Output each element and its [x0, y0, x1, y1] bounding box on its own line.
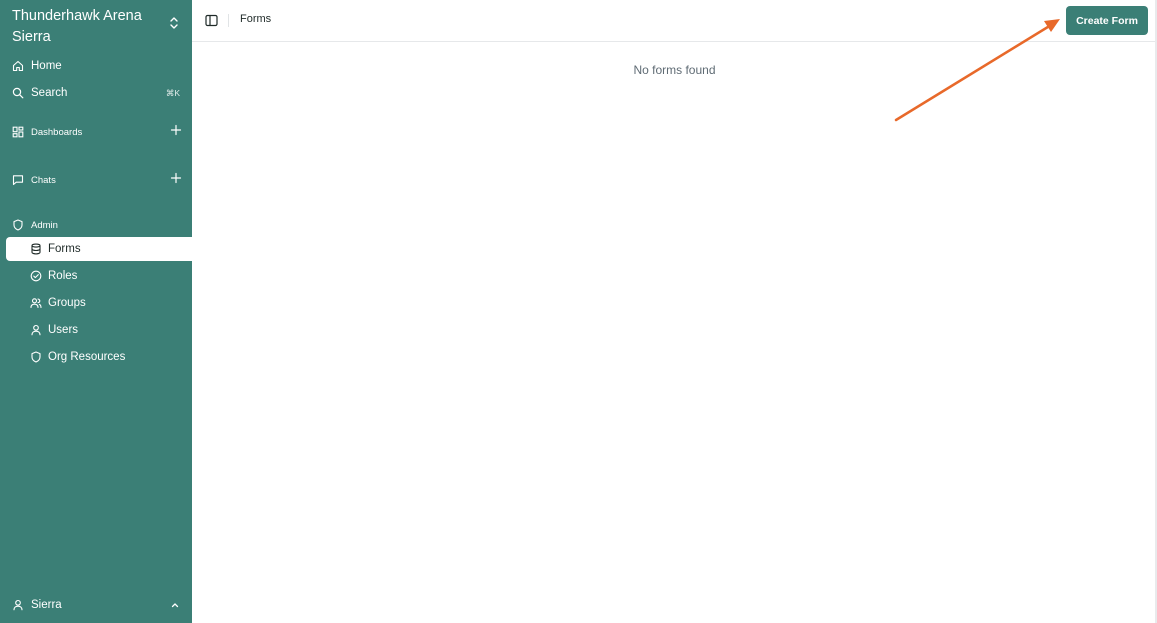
sidebar: Thunderhawk Arena Sierra Home Search ⌘K …	[0, 0, 192, 623]
sidebar-item-users[interactable]: Users	[6, 318, 192, 342]
user-icon	[12, 599, 24, 611]
check-circle-icon	[30, 270, 42, 282]
dashboard-grid-icon	[12, 126, 24, 138]
sidebar-item-label: Forms	[48, 243, 81, 255]
sidebar-item-forms[interactable]: Forms	[6, 237, 192, 261]
sidebar-item-groups[interactable]: Groups	[6, 291, 192, 315]
database-icon	[30, 243, 42, 255]
nav-search-label: Search	[31, 87, 68, 99]
search-icon	[12, 87, 24, 99]
user-name: Sierra	[31, 599, 62, 611]
user-icon	[30, 324, 42, 336]
chat-bubble-icon	[12, 174, 24, 186]
shield-icon	[30, 351, 42, 363]
nav-home-label: Home	[31, 60, 62, 72]
sidebar-item-roles[interactable]: Roles	[6, 264, 192, 288]
topbar-divider	[228, 14, 229, 27]
org-switcher[interactable]: Thunderhawk Arena Sierra	[12, 4, 182, 46]
home-icon	[12, 60, 24, 72]
add-dashboard-plus-icon[interactable]	[170, 124, 182, 136]
sidebar-item-label: Groups	[48, 297, 86, 309]
sidebar-item-label: Users	[48, 324, 79, 336]
nav-admin[interactable]: Admin	[6, 213, 192, 237]
nav-dashboards-label: Dashboards	[31, 126, 83, 138]
org-name: Thunderhawk Arena Sierra	[12, 8, 142, 45]
topbar: Forms Create Form	[192, 0, 1157, 42]
sidebar-toggle-icon[interactable]	[205, 14, 218, 27]
nav-search[interactable]: Search ⌘K	[6, 81, 192, 105]
search-shortcut: ⌘K	[165, 87, 180, 98]
users-icon	[30, 297, 42, 309]
add-chat-plus-icon[interactable]	[170, 172, 182, 184]
nav-dashboards[interactable]: Dashboards	[6, 120, 192, 144]
breadcrumb: Forms	[240, 13, 272, 25]
nav-home[interactable]: Home	[6, 54, 192, 78]
app-window: Thunderhawk Arena Sierra Home Search ⌘K …	[0, 0, 1157, 623]
chevron-up-icon	[171, 603, 179, 608]
sidebar-item-org-resources[interactable]: Org Resources	[6, 345, 192, 369]
nav-admin-label: Admin	[31, 219, 58, 231]
chevrons-up-down-icon	[170, 17, 178, 29]
create-form-button[interactable]: Create Form	[1066, 6, 1148, 35]
shield-icon	[12, 219, 24, 231]
nav-chats[interactable]: Chats	[6, 168, 192, 192]
sidebar-item-label: Roles	[48, 270, 78, 282]
user-menu[interactable]: Sierra	[6, 594, 192, 616]
sidebar-item-label: Org Resources	[48, 351, 126, 363]
nav-chats-label: Chats	[31, 174, 56, 186]
empty-state-text: No forms found	[633, 63, 716, 77]
